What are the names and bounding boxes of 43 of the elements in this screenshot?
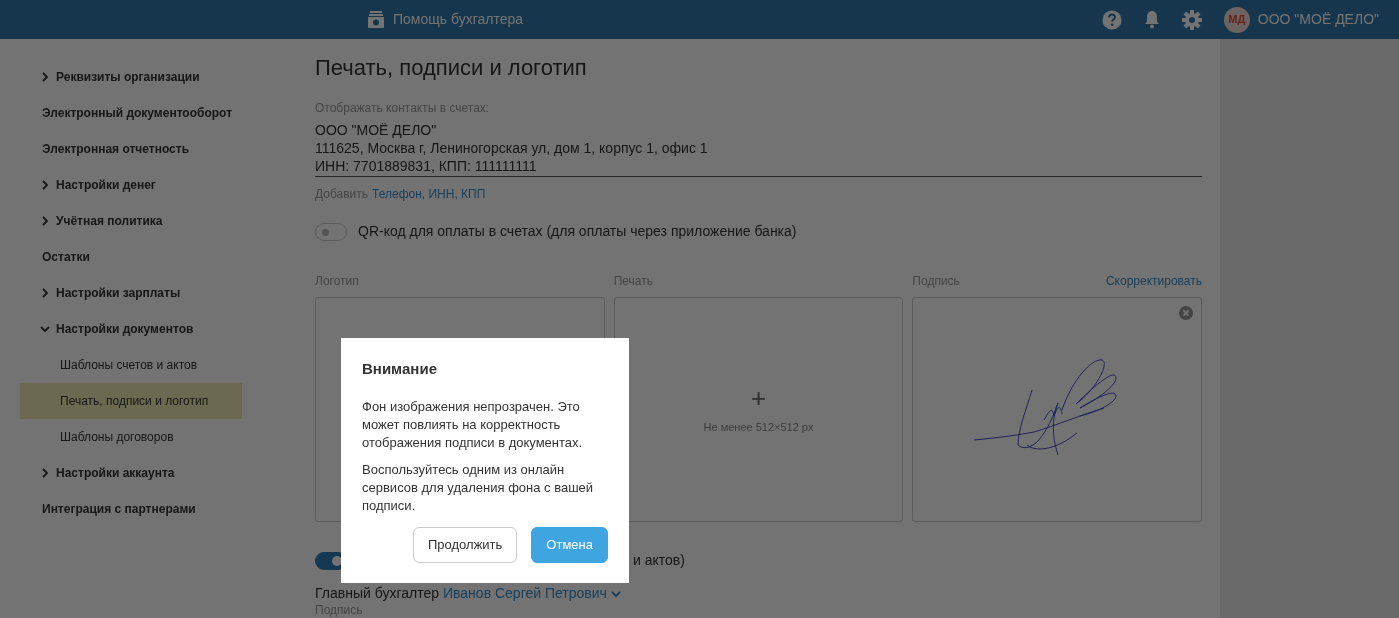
- modal-title: Внимание: [362, 360, 438, 378]
- sidebar-item[interactable]: Электронный документооборот: [20, 95, 242, 131]
- add-contacts-link[interactable]: Телефон, ИНН, КПП: [372, 185, 486, 204]
- sidebar-item[interactable]: Реквизиты организации: [20, 59, 242, 95]
- sidebar-item[interactable]: Настройки документов: [20, 311, 242, 347]
- continue-button[interactable]: Продолжить: [413, 527, 518, 563]
- sidebar-item[interactable]: Учётная политика: [20, 203, 242, 239]
- chevron-right-icon[interactable]: [40, 216, 50, 226]
- correct-link[interactable]: Скорректировать: [1105, 272, 1202, 291]
- modal-text: Фон изображения непрозрачен. Это может повлиять на корректность отображения подписи в документах.: [362, 398, 584, 452]
- modal-text: Воспользуйтесь одним из онлайн сервисов для удаления фона с вашей подписи.: [362, 461, 595, 515]
- sidebar-item[interactable]: Электронная отчетность: [20, 131, 242, 167]
- notifications-icon[interactable]: [1143, 10, 1160, 29]
- sidebar-item[interactable]: Настройки зарплаты: [20, 275, 242, 311]
- sidebar-item[interactable]: Шаблоны договоров: [20, 419, 242, 455]
- company-name[interactable]: ООО "МОЁ ДЕЛО": [1257, 9, 1379, 30]
- toggle-switch[interactable]: [315, 222, 347, 241]
- plus-icon[interactable]: +: [750, 384, 767, 411]
- sidebar-item[interactable]: Остатки: [20, 239, 242, 275]
- chevron-down-icon[interactable]: [40, 324, 50, 334]
- toggle-label: QR-код для оплаты в счетах (для оплаты через приложение банка): [358, 222, 797, 242]
- sidebar-item[interactable]: Настройки денег: [20, 167, 242, 203]
- settings-icon[interactable]: [1181, 9, 1202, 30]
- contacts-field[interactable]: ООО "МОЁ ДЕЛО" 111625, Москва г, Лениногорская ул, дом 1, корпус 1, офис 1 ИНН: 7701889831, КПП: 111111111: [315, 121, 1202, 178]
- page-title: Печать, подписи и логотип: [315, 55, 588, 82]
- sidebar-item[interactable]: Настройки аккаунта: [20, 455, 242, 491]
- sidebar-item[interactable]: Шаблоны счетов и актов: [20, 347, 242, 383]
- caret-icon[interactable]: [610, 589, 621, 598]
- sidebar-item[interactable]: Интеграция с партнерами: [20, 491, 242, 527]
- field-label: Главный бухгалтер: [315, 584, 439, 604]
- toggle-label: и актов): [633, 551, 685, 571]
- cash-register-icon[interactable]: [367, 11, 385, 28]
- chevron-right-icon[interactable]: [40, 288, 50, 298]
- help-icon[interactable]: [1101, 9, 1122, 30]
- accountant-dropdown[interactable]: Иванов Сергей Петрович: [443, 583, 607, 605]
- avatar[interactable]: МД: [1223, 6, 1250, 33]
- cancel-button[interactable]: Отмена: [531, 527, 608, 563]
- topbar-title[interactable]: Помощь бухгалтера: [393, 9, 524, 30]
- sidebar-item[interactable]: Печать, подписи и логотип: [20, 383, 242, 419]
- close-icon[interactable]: [1179, 306, 1193, 321]
- chevron-right-icon[interactable]: [40, 72, 50, 82]
- chevron-right-icon[interactable]: [40, 180, 50, 190]
- chevron-right-icon[interactable]: [40, 468, 50, 478]
